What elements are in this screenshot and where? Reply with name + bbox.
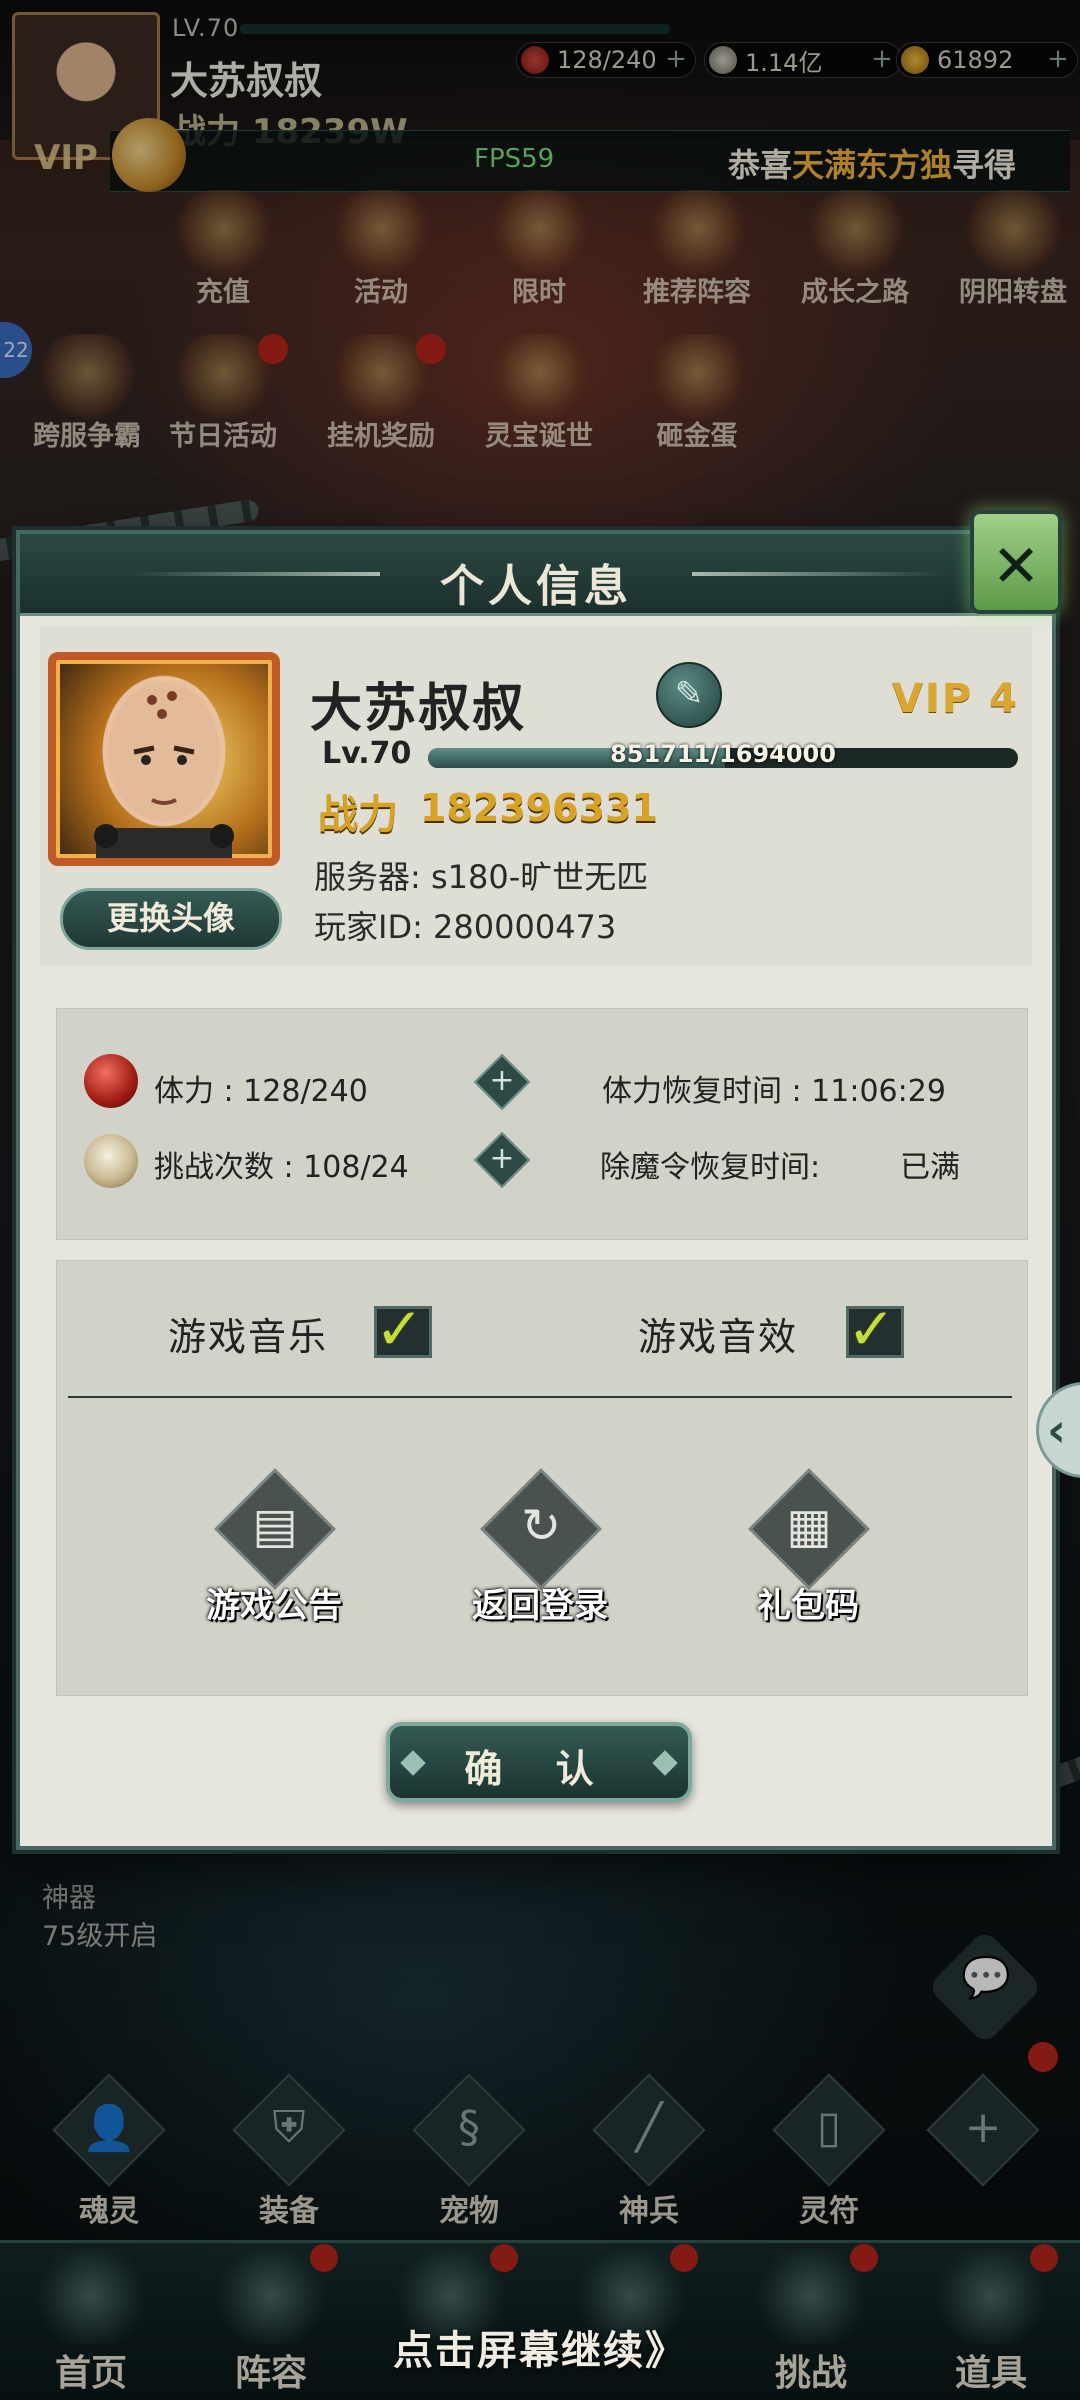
gift-code-button[interactable]: ▦ 礼包码 [708, 1468, 908, 1656]
gift-code-label: 礼包码 [757, 1586, 859, 1626]
game-announcement-button[interactable]: ▤ 游戏公告 [174, 1468, 374, 1656]
checkmark-icon: ✓ [375, 1295, 424, 1363]
music-toggle-label: 游戏音乐 [168, 1315, 329, 1359]
server-info: 服务器: s180-旷世无匹 [314, 858, 649, 896]
vip-level: VIP 4 [892, 676, 1019, 722]
power-label: 战力 [318, 792, 398, 838]
close-icon: ✕ [991, 532, 1041, 600]
return-login-button[interactable]: ↻ 返回登录 [440, 1468, 640, 1656]
document-icon: ▦ [786, 1498, 832, 1554]
refresh-icon: ↻ [520, 1498, 562, 1554]
return-login-label: 返回登录 [472, 1586, 608, 1626]
dialog-header: 个人信息 [20, 534, 1052, 616]
edit-name-button[interactable]: ✎ [656, 662, 722, 728]
chevron-left-icon: ‹ [1047, 1403, 1066, 1457]
plus-icon: + [489, 1141, 515, 1176]
demon-order-recover-label: 除魔令恢复时间: [600, 1150, 821, 1185]
player-level: Lv.70 [322, 736, 412, 771]
pencil-icon: ✎ [674, 674, 704, 714]
confirm-label: 确 认 [464, 1747, 614, 1791]
tap-to-continue[interactable]: 点击屏幕继续》 [0, 2318, 1080, 2376]
xp-progress-text: 851711/1694000 [610, 740, 836, 768]
player-name: 大苏叔叔 [310, 679, 527, 739]
stamina-orb-icon [84, 1054, 138, 1108]
player-id: 玩家ID: 280000473 [314, 908, 617, 946]
monk-avatar-icon [94, 682, 234, 858]
plus-icon: + [489, 1063, 515, 1098]
challenge-count: 挑战次数 : 108/24 [154, 1150, 409, 1185]
notice-icon: ▤ [252, 1498, 298, 1554]
challenge-token-icon [84, 1134, 138, 1188]
music-checkbox[interactable]: ✓ [374, 1295, 432, 1363]
stamina-recover-time: 体力恢复时间 : 11:06:29 [602, 1074, 946, 1109]
stamina-stat: 体力 : 128/240 [154, 1074, 368, 1109]
announcement-label: 游戏公告 [206, 1586, 342, 1626]
close-button[interactable]: ✕ [970, 510, 1062, 614]
checkmark-icon: ✓ [847, 1295, 896, 1363]
demon-order-recover-value: 已满 [900, 1150, 960, 1185]
change-avatar-button[interactable]: 更换头像 [60, 888, 282, 950]
settings-divider [68, 1396, 1012, 1398]
sfx-checkbox[interactable]: ✓ [846, 1295, 904, 1363]
stats-panel [56, 1008, 1028, 1240]
sfx-toggle-label: 游戏音效 [638, 1315, 799, 1359]
confirm-button[interactable]: 确 认 [386, 1722, 692, 1802]
dialog-title: 个人信息 [440, 561, 632, 612]
player-portrait[interactable] [48, 652, 280, 866]
power-value: 182396331 [420, 786, 658, 830]
